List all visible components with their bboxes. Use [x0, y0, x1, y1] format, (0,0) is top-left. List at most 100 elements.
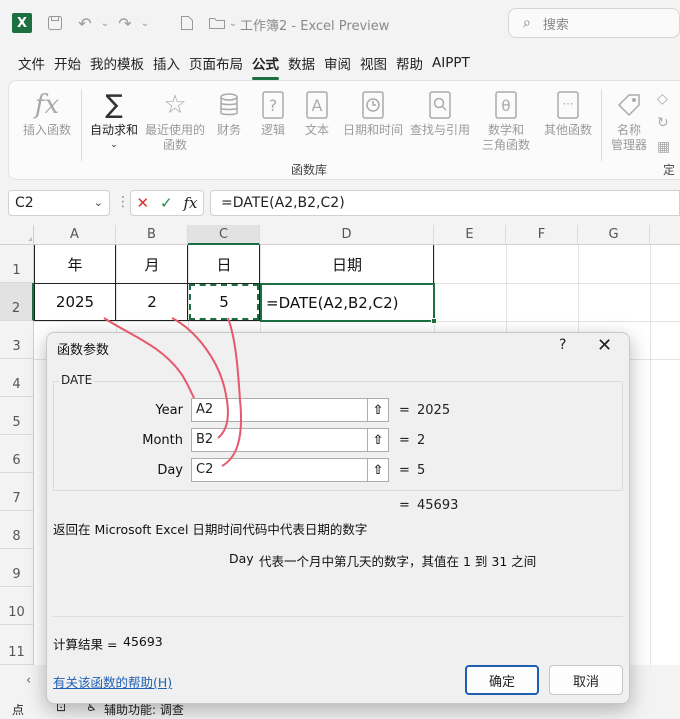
cancel-x-icon[interactable]: ✕ [136, 194, 149, 212]
row-header-11[interactable]: 11 [0, 625, 34, 665]
column-header-a[interactable]: A [34, 225, 116, 245]
formula-actions: ✕ ✓ fx [130, 190, 204, 216]
text-functions-button[interactable]: A 文本 [299, 87, 335, 138]
text-a-icon: A [299, 87, 335, 123]
name-box[interactable]: C2 ⌄ [8, 190, 110, 216]
row-header-4[interactable]: 4 [0, 359, 34, 397]
autosum-button[interactable]: ∑ 自动求和 ⌄ [87, 87, 141, 153]
equals-sign: = [399, 403, 410, 418]
tab-data[interactable]: 数据 [288, 53, 324, 73]
name-manager-button[interactable]: 名称 管理器 [607, 87, 651, 153]
function-help-link[interactable]: 有关该函数的帮助(H) [53, 672, 172, 691]
datetime-button[interactable]: 日期和时间 [339, 87, 407, 138]
column-header-f[interactable]: F [506, 225, 578, 245]
undo-icon[interactable]: ↶ [74, 12, 96, 34]
row-header-3[interactable]: 3 [0, 321, 34, 359]
tab-review[interactable]: 审阅 [324, 53, 360, 73]
row-header-10[interactable]: 10 [0, 587, 34, 625]
formula-bar-grip-icon: ⋮ [116, 194, 130, 210]
tab-file[interactable]: 文件 [18, 53, 54, 73]
cell-a1[interactable]: 年 [34, 245, 116, 283]
cell-c2[interactable]: 5 [189, 284, 259, 320]
arg-input-year[interactable]: A2 [191, 398, 389, 422]
cell-c1[interactable]: 日 [188, 245, 260, 283]
column-header-h[interactable] [650, 225, 680, 245]
tab-home[interactable]: 开始 [54, 53, 90, 73]
arg-label-month: Month [142, 433, 183, 448]
column-header-b[interactable]: B [116, 225, 188, 245]
function-library-group-label: 函数库 [291, 163, 328, 177]
tab-formulas[interactable]: 公式 [252, 53, 288, 80]
tab-help[interactable]: 帮助 [396, 53, 432, 73]
tab-aippt[interactable]: AIPPT [432, 55, 479, 71]
select-all-corner[interactable] [0, 225, 34, 245]
dialog-help-icon[interactable]: ? [559, 337, 566, 353]
row-header-1[interactable]: 1 [0, 245, 34, 283]
more-dots-icon: ··· [539, 87, 597, 123]
fx-icon: fx [34, 89, 60, 120]
cell-b1[interactable]: 月 [116, 245, 188, 283]
collapse-dialog-icon[interactable]: ⇧ [367, 458, 389, 482]
tab-view[interactable]: 视图 [360, 53, 396, 73]
more-functions-button[interactable]: ··· 其他函数 [539, 87, 597, 138]
cell-b2[interactable]: 2 [116, 283, 188, 321]
collapse-dialog-icon[interactable]: ⇧ [367, 428, 389, 452]
tab-page-layout[interactable]: 页面布局 [189, 53, 252, 73]
row-header-6[interactable]: 6 [0, 435, 34, 473]
magnifier-icon [409, 87, 471, 123]
collapse-dialog-icon[interactable]: ⇧ [367, 398, 389, 422]
formula-input[interactable]: =DATE(A2,B2,C2) [210, 190, 680, 216]
column-header-e[interactable]: E [434, 225, 506, 245]
equals-sign: = [399, 498, 410, 513]
coins-icon [211, 87, 247, 123]
chevron-down-icon: ⌄ [93, 196, 103, 209]
row-header-5[interactable]: 5 [0, 397, 34, 435]
tag-icon [607, 87, 651, 123]
row-header-8[interactable]: 8 [0, 511, 34, 549]
new-file-icon[interactable] [176, 12, 198, 34]
arg-input-day[interactable]: C2 [191, 458, 389, 482]
save-icon[interactable] [44, 12, 66, 34]
math-trig-button[interactable]: θ 数学和 三角函数 [475, 87, 537, 153]
dialog-separator [53, 616, 623, 617]
tab-insert[interactable]: 插入 [153, 53, 189, 73]
scroll-left-icon[interactable]: ‹ [26, 673, 31, 688]
redo-icon[interactable]: ↷ [114, 12, 136, 34]
tab-my-templates[interactable]: 我的模板 [90, 53, 153, 73]
fill-handle[interactable] [431, 318, 437, 324]
row-header-9[interactable]: 9 [0, 549, 34, 587]
column-header-g[interactable]: G [578, 225, 650, 245]
arg-result-day: 5 [417, 463, 426, 478]
row-header-7[interactable]: 7 [0, 473, 34, 511]
logical-button[interactable]: ? 逻辑 [255, 87, 291, 138]
recent-functions-button[interactable]: ☆ 最近使用的 函数 [143, 87, 207, 153]
argument-description: 代表一个月中第几天的数字，其值在 1 到 31 之间 [259, 554, 537, 569]
question-icon: ? [255, 87, 291, 123]
undo-dropdown-icon[interactable]: ⌄ [94, 12, 116, 34]
fx-icon[interactable]: fx [184, 194, 198, 212]
function-arguments-dialog: 函数参数 ? ✕ DATE Year A2 ⇧ = 2025 Month B2 … [46, 332, 630, 704]
cell-d1[interactable]: 日期 [260, 245, 434, 283]
ribbon-panel: fx 插入函数 ∑ 自动求和 ⌄ ☆ 最近使用的 函数 财务 ? 逻辑 A 文本… [8, 80, 680, 180]
argument-name: Day [229, 551, 254, 566]
column-header-c[interactable]: C [188, 225, 260, 245]
lookup-reference-button[interactable]: 查找与引用 [409, 87, 471, 138]
cell-a2[interactable]: 2025 [34, 283, 116, 321]
search-input[interactable]: ⌕ 搜索 [508, 8, 680, 38]
financial-button[interactable]: 财务 [211, 87, 247, 138]
ok-button[interactable]: 确定 [465, 665, 539, 695]
cell-d2[interactable]: =DATE(A2,B2,C2) [260, 283, 435, 322]
define-name-icon[interactable]: ◇ ↻ ▦ [657, 87, 670, 159]
close-icon[interactable]: ✕ [597, 335, 612, 356]
calc-result-label: 计算结果 = [53, 637, 118, 652]
redo-dropdown-icon[interactable]: ⌄ [134, 12, 156, 34]
arg-input-month[interactable]: B2 [191, 428, 389, 452]
enter-check-icon[interactable]: ✓ [160, 194, 173, 212]
function-name: DATE [59, 373, 95, 387]
ribbon-separator [601, 89, 602, 161]
column-header-d[interactable]: D [260, 225, 434, 245]
row-header-2[interactable]: 2 [0, 283, 34, 321]
cancel-button[interactable]: 取消 [549, 665, 623, 695]
svg-text:?: ? [269, 96, 278, 115]
insert-function-button[interactable]: fx 插入函数 [17, 87, 77, 138]
